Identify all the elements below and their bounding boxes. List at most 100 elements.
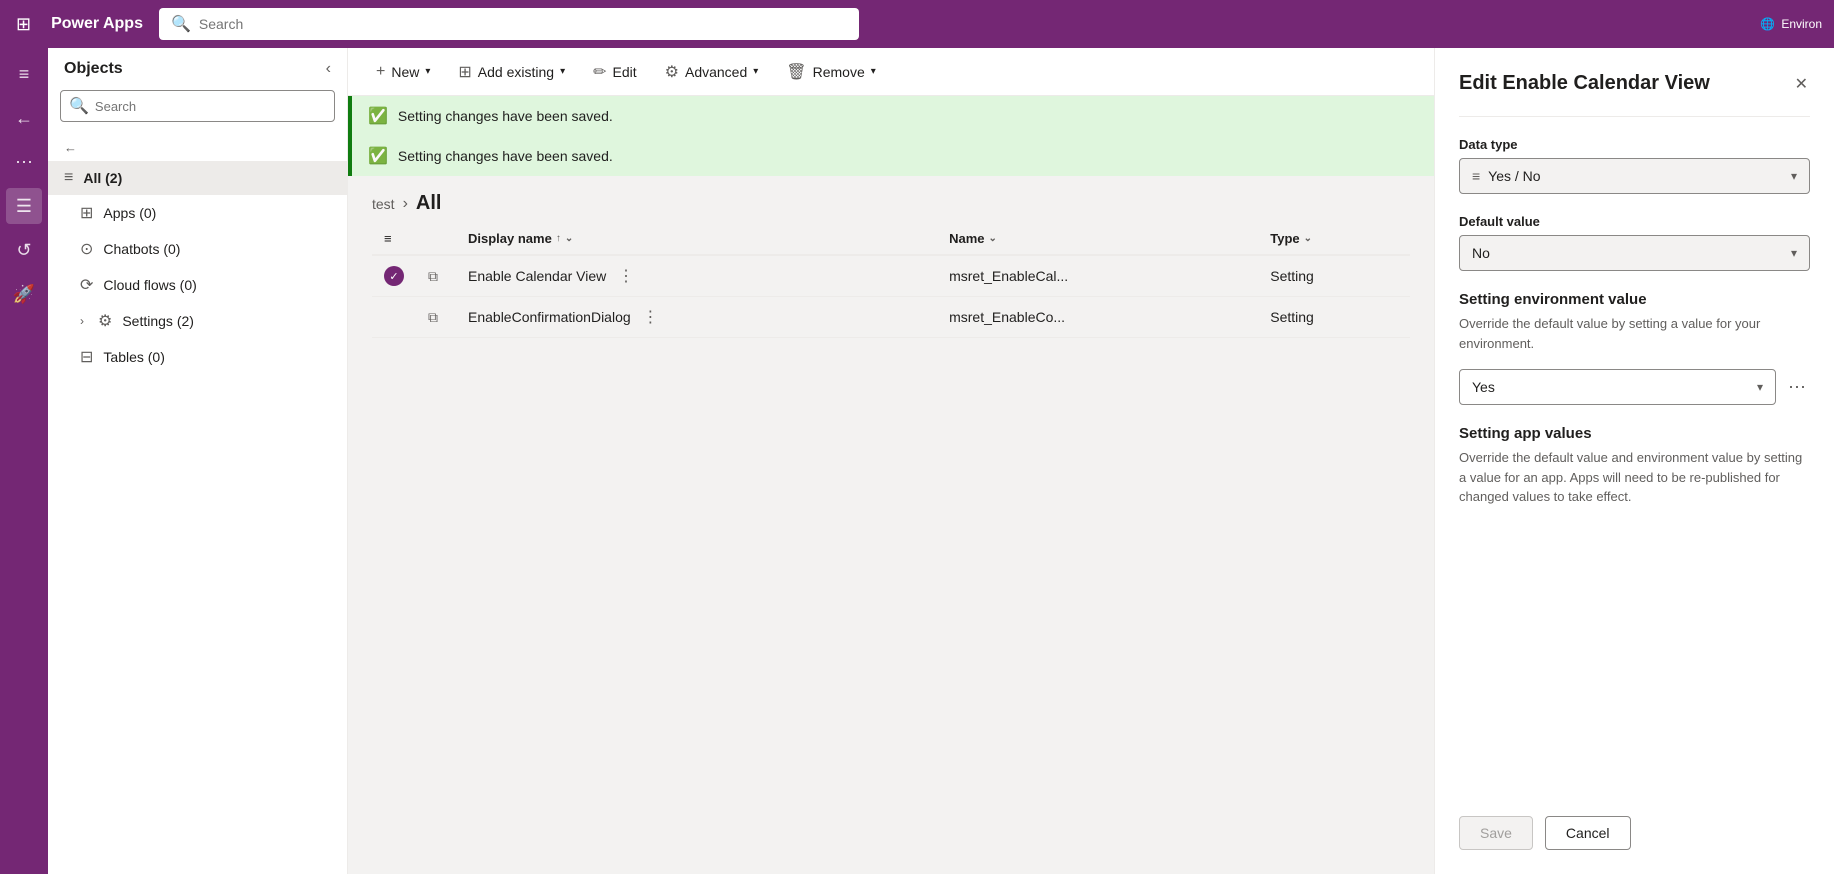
- env-value-text: Yes: [1472, 379, 1495, 395]
- top-search-box[interactable]: 🔍: [159, 8, 859, 40]
- sidebar-item-tables-label: Tables (0): [103, 349, 164, 365]
- nav-objects[interactable]: ☰: [6, 188, 42, 224]
- env-more-btn[interactable]: ⋯: [1784, 373, 1810, 402]
- row1-check-circle: ✓: [384, 266, 404, 286]
- default-value-chevron: ▾: [1791, 246, 1797, 260]
- th-type[interactable]: Type ⌄: [1258, 223, 1410, 255]
- type-sort-icon[interactable]: ⌄: [1304, 233, 1312, 244]
- advanced-button[interactable]: ⚙ Advanced ▾: [653, 56, 771, 88]
- edit-icon: ✏: [593, 62, 606, 82]
- data-type-dropdown[interactable]: ≡ Yes / No ▾: [1459, 158, 1810, 194]
- name-sort-icon[interactable]: ⌄: [989, 233, 997, 244]
- default-value-field: Default value No ▾: [1459, 214, 1810, 271]
- toolbar: + New ▾ ⊞ Add existing ▾ ✏ Edit ⚙ Advanc…: [348, 48, 1434, 96]
- th-checkbox: ≡: [372, 223, 416, 255]
- right-panel: Edit Enable Calendar View ✕ Data type ≡ …: [1434, 48, 1834, 874]
- new-icon: +: [376, 63, 385, 81]
- success-banner-1: ✅ Setting changes have been saved.: [348, 96, 1434, 136]
- default-value-dropdown[interactable]: No ▾: [1459, 235, 1810, 271]
- table-container: ≡ Display name ↑ ⌄ Name: [348, 223, 1434, 338]
- panel-divider-top: [1459, 116, 1810, 117]
- setting-env-desc: Override the default value by setting a …: [1459, 314, 1810, 353]
- sidebar-item-tables[interactable]: ⊟ Tables (0): [48, 339, 347, 375]
- top-nav: ⊞ Power Apps 🔍 🌐 Environ: [0, 0, 1834, 48]
- tables-icon: ⊟: [80, 347, 93, 367]
- remove-label: Remove: [813, 64, 865, 80]
- row1-type: Setting: [1258, 255, 1410, 297]
- row1-name: msret_EnableCal...: [937, 255, 1258, 297]
- env-icon: 🌐: [1760, 17, 1775, 31]
- breadcrumb: test › All: [348, 176, 1434, 223]
- row2-check[interactable]: [372, 297, 416, 338]
- success-icon-1: ✅: [368, 106, 388, 126]
- sort-asc-icon[interactable]: ↑: [556, 233, 561, 244]
- app-logo: Power Apps: [51, 15, 143, 33]
- nav-history[interactable]: ↺: [6, 232, 42, 268]
- sidebar-item-all[interactable]: ≡ All (2): [48, 161, 347, 195]
- row1-copy-icon[interactable]: ⧉: [416, 255, 456, 297]
- main-content: + New ▾ ⊞ Add existing ▾ ✏ Edit ⚙ Advanc…: [348, 48, 1434, 874]
- row2-name: msret_EnableCo...: [937, 297, 1258, 338]
- cloudflows-icon: ⟳: [80, 275, 93, 295]
- sidebar-item-apps[interactable]: ⊞ Apps (0): [48, 195, 347, 231]
- top-search-input[interactable]: [199, 16, 847, 32]
- sidebar-collapse-btn[interactable]: ‹: [326, 60, 331, 78]
- success-banner-2: ✅ Setting changes have been saved.: [348, 136, 1434, 176]
- row1-menu-icon[interactable]: ⋮: [618, 268, 634, 285]
- cancel-button[interactable]: Cancel: [1545, 816, 1631, 850]
- sidebar-item-apps-label: Apps (0): [103, 205, 156, 221]
- nav-back[interactable]: ←: [6, 100, 42, 136]
- sort-filter-icon[interactable]: ⌄: [565, 233, 573, 244]
- edit-label: Edit: [613, 64, 637, 80]
- new-chevron-icon: ▾: [425, 66, 430, 77]
- sidebar-search-box[interactable]: 🔍: [60, 90, 335, 122]
- env-value-dropdown[interactable]: Yes ▾: [1459, 369, 1776, 405]
- sidebar-search-input[interactable]: [95, 99, 326, 114]
- nav-dots[interactable]: ⋯: [6, 144, 42, 180]
- default-value-label: Default value: [1459, 214, 1810, 229]
- th-copy: [416, 223, 456, 255]
- th-display-name[interactable]: Display name ↑ ⌄: [456, 223, 937, 255]
- sidebar-item-chatbots-label: Chatbots (0): [103, 241, 180, 257]
- row1-display-name[interactable]: Enable Calendar View ⋮: [456, 255, 937, 297]
- panel-title: Edit Enable Calendar View: [1459, 72, 1793, 95]
- sidebar-item-cloudflows[interactable]: ⟳ Cloud flows (0): [48, 267, 347, 303]
- edit-button[interactable]: ✏ Edit: [581, 56, 649, 88]
- grid-icon[interactable]: ⊞: [12, 10, 35, 39]
- sidebar-item-chatbots[interactable]: ⊙ Chatbots (0): [48, 231, 347, 267]
- nav-hamburger[interactable]: ≡: [6, 56, 42, 92]
- setting-env-title: Setting environment value: [1459, 291, 1810, 308]
- data-type-field: Data type ≡ Yes / No ▾: [1459, 137, 1810, 194]
- setting-app-section: Setting app values Override the default …: [1459, 425, 1810, 523]
- icon-bar: ≡ ← ⋯ ☰ ↺ 🚀: [0, 48, 48, 874]
- row2-display-name[interactable]: EnableConfirmationDialog ⋮: [456, 297, 937, 338]
- settings-table: ≡ Display name ↑ ⌄ Name: [372, 223, 1410, 338]
- row1-check[interactable]: ✓: [372, 255, 416, 297]
- remove-button[interactable]: 🗑 Remove ▾: [774, 56, 887, 88]
- add-existing-button[interactable]: ⊞ Add existing ▾: [446, 56, 577, 88]
- save-button[interactable]: Save: [1459, 816, 1533, 850]
- main-layout: ≡ ← ⋯ ☰ ↺ 🚀 Objects ‹ 🔍 ← ≡ All (2) ⊞ Ap…: [0, 48, 1834, 874]
- select-all-icon[interactable]: ≡: [384, 231, 392, 246]
- panel-close-btn[interactable]: ✕: [1793, 72, 1810, 96]
- add-existing-icon: ⊞: [458, 62, 471, 82]
- sidebar: Objects ‹ 🔍 ← ≡ All (2) ⊞ Apps (0) ⊙ Cha…: [48, 48, 348, 874]
- sidebar-item-settings-label: Settings (2): [122, 313, 194, 329]
- add-existing-chevron-icon: ▾: [560, 66, 565, 77]
- new-button[interactable]: + New ▾: [364, 57, 442, 87]
- sidebar-back-btn[interactable]: ←: [48, 134, 347, 161]
- copy-icon-2: ⧉: [428, 309, 438, 325]
- sidebar-item-settings[interactable]: › ⚙ Settings (2): [48, 303, 347, 339]
- all-icon: ≡: [64, 169, 73, 187]
- row2-menu-icon[interactable]: ⋮: [642, 309, 658, 326]
- table-row[interactable]: ⧉ EnableConfirmationDialog ⋮ msret_Enabl…: [372, 297, 1410, 338]
- breadcrumb-separator: ›: [403, 195, 408, 213]
- env-block[interactable]: 🌐 Environ: [1760, 17, 1822, 31]
- breadcrumb-parent[interactable]: test: [372, 196, 395, 212]
- setting-env-section: Setting environment value Override the d…: [1459, 291, 1810, 405]
- nav-rocket[interactable]: 🚀: [6, 276, 42, 312]
- row2-copy-icon[interactable]: ⧉: [416, 297, 456, 338]
- th-name[interactable]: Name ⌄: [937, 223, 1258, 255]
- copy-icon: ⧉: [428, 268, 438, 284]
- table-row[interactable]: ✓ ⧉ Enable Calendar View ⋮ msret_EnableC…: [372, 255, 1410, 297]
